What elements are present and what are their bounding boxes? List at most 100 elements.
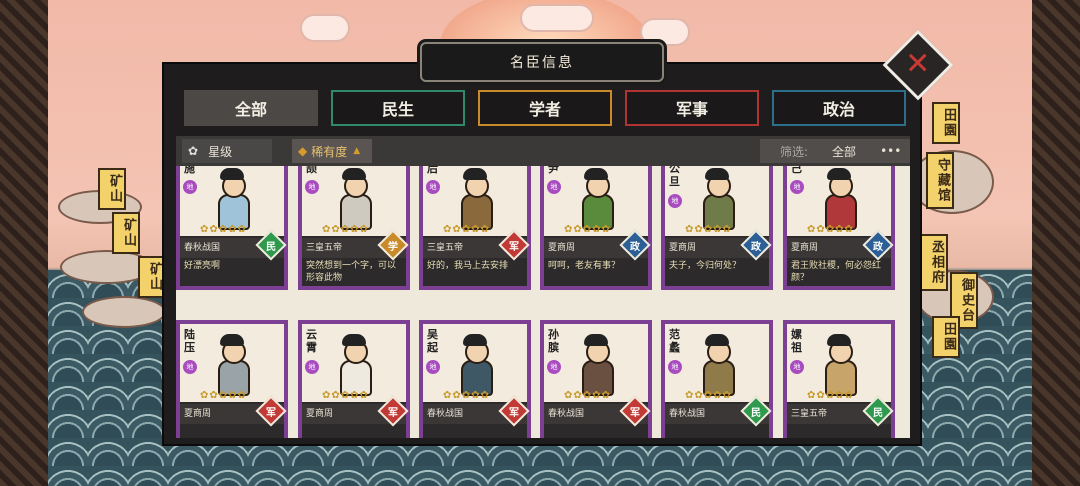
era-label: 夏商周 (306, 409, 334, 419)
department-label: 民 (751, 407, 761, 419)
minister-name: 颉 (306, 166, 317, 175)
character-figure (821, 168, 857, 230)
figure-hair (463, 334, 487, 346)
portrait: 陆压地 ✿✿✿✿✿ (180, 324, 284, 402)
department-label: 军 (388, 407, 398, 419)
figure-hair (463, 168, 487, 180)
portrait: 施地 ✿✿✿✿✿ (180, 166, 284, 236)
minister-name: 范蠡 (669, 328, 680, 354)
character-figure (578, 168, 614, 230)
figure-hair (827, 334, 851, 346)
star-rating: ✿✿✿✿✿ (200, 390, 247, 401)
minister-name: 后 (427, 166, 438, 175)
minister-card[interactable]: 嫘祖地 ✿✿✿✿✿ 三皇五帝 民 (783, 320, 895, 438)
character-figure (699, 334, 735, 396)
left-frame (0, 0, 48, 486)
minister-card[interactable]: 云霄地 ✿✿✿✿✿ 夏商周 军 (298, 320, 410, 438)
more-icon[interactable]: ••• (880, 144, 901, 158)
minister-card[interactable]: 陆压地 ✿✿✿✿✿ 夏商周 军 (176, 320, 288, 438)
era-label: 春秋战国 (427, 409, 464, 419)
character-figure (457, 168, 493, 230)
minister-name: 云霄 (306, 328, 317, 354)
minister-name: 尹 (548, 166, 559, 175)
minister-card[interactable]: 颉地 ✿✿✿✿✿ 三皇五帝 学突然想到一个字，可以形容此物 (298, 166, 410, 290)
sort-rarity[interactable]: ◆ 稀有度 ▲ (292, 139, 372, 163)
minister-card[interactable]: 孙膑地 ✿✿✿✿✿ 春秋战国 军 (540, 320, 652, 438)
era-label: 春秋战国 (669, 409, 706, 419)
rank-badge: 地 (305, 180, 319, 194)
figure-hair (220, 168, 244, 180)
star-rating: ✿✿✿✿✿ (200, 224, 247, 235)
era-label: 春秋战国 (548, 409, 585, 419)
star-rating: ✿✿✿✿✿ (443, 390, 490, 401)
minister-card[interactable]: 后地 ✿✿✿✿✿ 三皇五帝 军好的，我马上去安排 (419, 166, 531, 290)
minister-card[interactable]: 己地 ✿✿✿✿✿ 夏商周 政君王败社稷，何必怨红颜？ (783, 166, 895, 290)
minister-quote: 君王败社稷，何必怨红颜？ (791, 261, 882, 283)
close-icon: ✕ (905, 46, 931, 82)
figure-hair (220, 334, 244, 346)
minister-card[interactable]: 范蠡地 ✿✿✿✿✿ 春秋战国 民 (661, 320, 773, 438)
rank-badge: 地 (305, 360, 319, 374)
character-figure (336, 334, 372, 396)
portrait: 尹地 ✿✿✿✿✿ (544, 166, 648, 236)
department-label: 军 (509, 407, 519, 419)
department-label: 军 (630, 407, 640, 419)
map-sign-mine[interactable]: 矿山 (98, 168, 126, 210)
character-figure (578, 334, 614, 396)
filter-dropdown[interactable]: 筛选: 全部 ••• (760, 139, 910, 163)
figure-hair (342, 168, 366, 180)
portrait: 云霄地 ✿✿✿✿✿ (302, 324, 406, 402)
department-label: 政 (873, 241, 883, 253)
portrait: 范蠡地 ✿✿✿✿✿ (665, 324, 769, 402)
flower-icon: ✿ (188, 144, 199, 158)
figure-hair (342, 334, 366, 346)
map-sign-mine[interactable]: 矿山 (112, 212, 140, 254)
sort-star[interactable]: ✿ 星级 (182, 139, 272, 163)
minister-card[interactable]: 施地 ✿✿✿✿✿ 春秋战国 民好漂亮啊 (176, 166, 288, 290)
minister-card[interactable]: 公旦地 ✿✿✿✿✿ 夏商周 政夫子，今归何处？ (661, 166, 773, 290)
rank-badge: 地 (426, 360, 440, 374)
minister-card[interactable]: 吴起地 ✿✿✿✿✿ 春秋战国 军 (419, 320, 531, 438)
tab-0[interactable]: 全部 (184, 90, 318, 126)
character-figure (336, 168, 372, 230)
filter-label: 筛选: (780, 144, 809, 159)
character-figure (214, 168, 250, 230)
map-sign-chancellor[interactable]: 丞相府 (920, 234, 948, 291)
department-label: 学 (388, 241, 398, 253)
star-rating: ✿✿✿✿✿ (322, 390, 369, 401)
tab-4[interactable]: 政治 (772, 90, 906, 126)
minister-name: 嫘祖 (791, 328, 802, 354)
era-label: 三皇五帝 (427, 243, 464, 253)
map-sign-field[interactable]: 田園 (932, 102, 960, 144)
tab-1[interactable]: 民生 (331, 90, 465, 126)
star-rating: ✿✿✿✿✿ (807, 224, 854, 235)
star-rating: ✿✿✿✿✿ (564, 390, 611, 401)
rank-badge: 地 (668, 360, 682, 374)
era-label: 夏商周 (791, 243, 819, 253)
minister-card-grid: 施地 ✿✿✿✿✿ 春秋战国民好漂亮啊颉地 ✿✿✿✿✿ 三皇五帝学突然想到一个字，可以形容… (176, 166, 910, 438)
star-rating: ✿✿✿✿✿ (807, 390, 854, 401)
era-label: 春秋战国 (184, 243, 221, 253)
department-label: 民 (873, 407, 883, 419)
right-frame (1032, 0, 1080, 486)
minister-card[interactable]: 尹地 ✿✿✿✿✿ 夏商周 政呵呵，老友有事？ (540, 166, 652, 290)
map-sign-field[interactable]: 田園 (932, 316, 960, 358)
tab-2[interactable]: 学者 (478, 90, 612, 126)
rank-badge: 地 (790, 180, 804, 194)
rank-badge: 地 (426, 180, 440, 194)
portrait: 孙膑地 ✿✿✿✿✿ (544, 324, 648, 402)
portrait: 后地 ✿✿✿✿✿ (423, 166, 527, 236)
tab-3[interactable]: 军事 (625, 90, 759, 126)
star-rating: ✿✿✿✿✿ (443, 224, 490, 235)
minister-name: 公旦 (669, 166, 680, 188)
minister-quote: 夫子，今归何处？ (669, 261, 742, 271)
sort-arrow-icon: ▲ (353, 146, 361, 156)
figure-hair (705, 334, 729, 346)
department-label: 民 (266, 241, 276, 253)
star-rating: ✿✿✿✿✿ (564, 224, 611, 235)
diamond-icon: ◆ (298, 144, 308, 158)
cloud (520, 4, 594, 32)
figure-hair (705, 168, 729, 180)
map-sign-archive[interactable]: 守藏馆 (926, 152, 954, 209)
rank-badge: 地 (547, 180, 561, 194)
